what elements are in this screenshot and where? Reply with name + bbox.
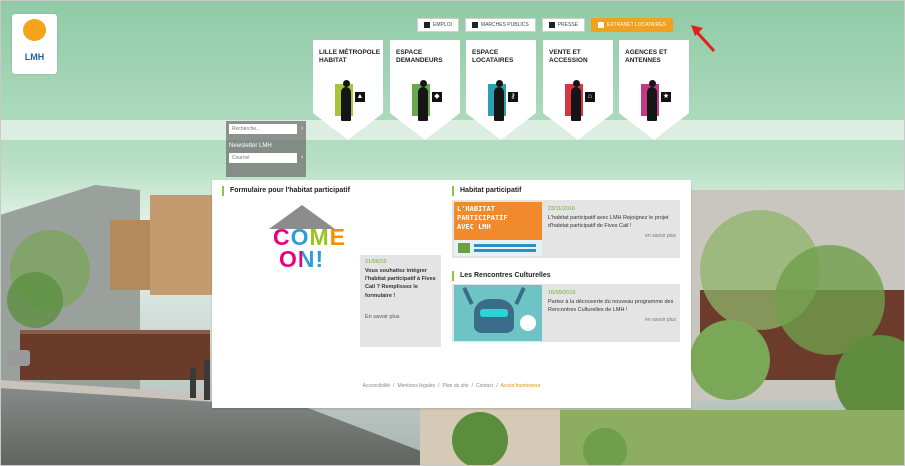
toplink-marches-publics[interactable]: MARCHES PUBLICS (464, 18, 536, 32)
star-icon: ★ (661, 92, 671, 102)
nav-vente-et-accession[interactable]: VENTE ET ACCESSION ⌂ (543, 40, 613, 140)
megaphone-icon (548, 22, 555, 28)
footer-link-mentions-legales[interactable]: Mentions légales (398, 383, 436, 389)
arrow-up-icon (598, 22, 604, 28)
nav-agences-et-antennes[interactable]: AGENCES ET ANTENNES ★ (619, 40, 689, 140)
rencontres-more-link[interactable]: en savoir plus (548, 317, 676, 323)
habitat-thumbnail[interactable]: L'HABITAT PARTICIPATIF AVEC LMH (454, 202, 542, 256)
main-nav: LILLE MÉTROPOLE HABITAT ▲ ESPACE DEMANDE… (313, 40, 691, 144)
formulaire-text: Vous souhaitez intégrer l'habitat partic… (365, 268, 436, 299)
habitat-date: 23/11/2016 (548, 206, 576, 212)
rencontres-text: Partez à la découverte du nouveau progra… (548, 299, 674, 314)
habitat-more-link[interactable]: en savoir plus (548, 233, 676, 239)
rencontres-title[interactable]: Les Rencontres Culturelles (452, 271, 551, 281)
nav-espace-locataires[interactable]: ESPACE LOCATAIRES ⚷ (466, 40, 536, 140)
rencontres-date: 16/09/2016 (548, 290, 576, 296)
come-on-graphic[interactable]: COME ON! (273, 224, 346, 271)
formulaire-title[interactable]: Formulaire pour l'habitat participatif (222, 186, 350, 196)
toplink-emploi[interactable]: EMPLOI (417, 18, 459, 32)
habitat-text: L'habitat participatif avec LMH Rejoigne… (548, 215, 669, 230)
habitat-thumb-text: L'HABITAT PARTICIPATIF AVEC LMH (457, 205, 508, 231)
footer-link-accessibilite[interactable]: Accessibilité (363, 383, 391, 389)
person-silhouette (341, 80, 351, 121)
footer-link-acces-fournisseur[interactable]: Accès fournisseur (501, 383, 541, 389)
red-arrow-icon (691, 25, 716, 53)
habitat-text-block: 23/11/2016 L'habitat participatif avec L… (548, 206, 676, 239)
footer-link-plan-du-site[interactable]: Plan du site (442, 383, 468, 389)
newsletter-label: Newsletter LMH (229, 143, 272, 149)
person-silhouette (647, 80, 657, 121)
habitat-title[interactable]: Habitat participatif (452, 186, 521, 196)
email-field[interactable]: Courriel (229, 153, 297, 163)
formulaire-more-link[interactable]: En savoir plus (365, 313, 436, 321)
logo-text: LMH (24, 52, 45, 62)
toplink-extranet-locataires[interactable]: EXTRANET LOCATAIRES (591, 18, 673, 32)
footer-link-contact[interactable]: Contact (476, 383, 493, 389)
person-silhouette (418, 80, 428, 121)
search-newsletter-box: Recherche... › Newsletter LMH Courriel › (226, 121, 306, 177)
top-links: EMPLOI MARCHES PUBLICS PRESSE EXTRANET L… (417, 18, 673, 32)
rencontres-text-block: 16/09/2016 Partez à la découverte du nou… (548, 290, 676, 323)
document-icon (471, 22, 478, 28)
rencontres-thumbnail[interactable] (454, 285, 542, 341)
logo-face-icon (23, 19, 46, 41)
toplink-presse[interactable]: PRESSE (541, 18, 585, 32)
footer-links: Accessibilité / Mentions légales / Plan du s… (362, 383, 541, 389)
search-submit-button[interactable]: › (298, 124, 306, 134)
content-panel: Formulaire pour l'habitat participatif C… (212, 180, 691, 408)
nav-espace-demandeurs[interactable]: ESPACE DEMANDEURS ◆ (390, 40, 460, 140)
nav-lille-metropole-habitat[interactable]: LILLE MÉTROPOLE HABITAT ▲ (313, 40, 383, 140)
lmh-logo[interactable]: LMH (12, 14, 57, 74)
person-silhouette (571, 80, 581, 121)
person-icon (424, 22, 430, 28)
leaf-icon: ◆ (432, 92, 442, 102)
building-icon: ▲ (355, 92, 365, 102)
formulaire-card[interactable]: 21/06/16 Vous souhaitez intégrer l'habit… (360, 255, 441, 347)
come-on-line1: COME (273, 224, 346, 250)
person-silhouette (494, 80, 504, 121)
house-icon: ⌂ (585, 92, 595, 102)
newsletter-submit-button[interactable]: › (298, 153, 306, 163)
come-on-line2: ON! (273, 248, 346, 271)
key-icon: ⚷ (508, 92, 518, 102)
formulaire-date: 21/06/16 (365, 259, 387, 265)
search-input[interactable]: Recherche... (229, 124, 297, 134)
